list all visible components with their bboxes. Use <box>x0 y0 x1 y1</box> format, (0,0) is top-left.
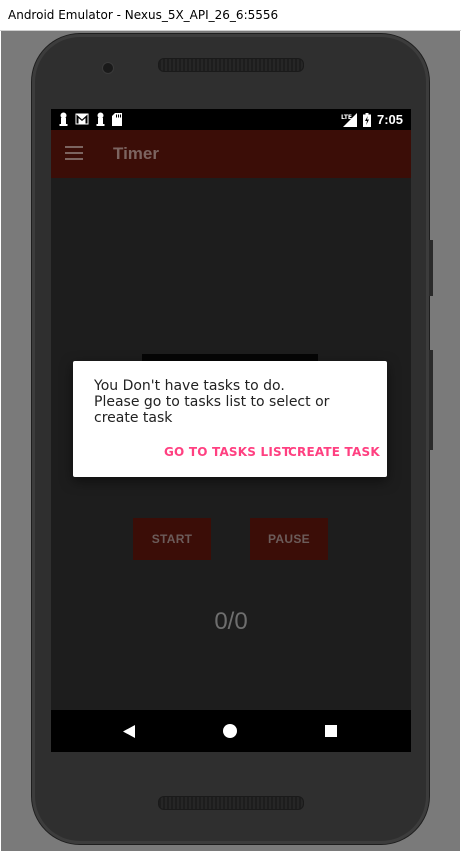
network-label: LTE <box>341 114 352 121</box>
menu-icon[interactable] <box>65 146 83 160</box>
volume-button[interactable] <box>429 240 433 296</box>
battery-charging-icon <box>362 112 371 127</box>
pawn-icon <box>96 112 105 126</box>
gmail-icon <box>75 113 89 125</box>
window-titlebar: Android Emulator - Nexus_5X_API_26_6:555… <box>0 0 461 31</box>
pawn-icon <box>59 112 68 126</box>
start-button[interactable]: START <box>133 518 211 560</box>
window-close-button[interactable] <box>433 0 461 28</box>
bottom-speaker <box>158 796 304 810</box>
task-counter: 0/0 <box>214 608 248 635</box>
recent-apps-icon[interactable] <box>325 725 337 737</box>
clock: 7:05 <box>376 112 403 127</box>
status-bar: LTE 7:05 <box>51 109 411 130</box>
go-to-tasks-list-button[interactable]: GO TO TASKS LIST <box>164 445 290 459</box>
camera-icon <box>102 62 114 74</box>
page-title: Timer <box>113 144 159 163</box>
status-icons-right: LTE 7:05 <box>341 112 403 127</box>
sd-card-icon <box>112 112 122 126</box>
home-icon[interactable] <box>223 724 237 738</box>
window-border-left <box>0 31 1 852</box>
create-task-button[interactable]: CREATE TASK <box>288 445 380 459</box>
app-bar: Timer <box>51 130 411 178</box>
top-speaker <box>158 58 304 72</box>
pause-button[interactable]: PAUSE <box>250 518 328 560</box>
power-button[interactable] <box>429 350 433 450</box>
dialog-message: You Don't have tasks to do. Please go to… <box>94 378 330 426</box>
lte-signal-icon: LTE <box>341 112 357 127</box>
status-icons-left <box>59 112 122 126</box>
no-tasks-dialog: You Don't have tasks to do. Please go to… <box>73 361 387 477</box>
back-icon[interactable] <box>123 725 135 738</box>
window-title: Android Emulator - Nexus_5X_API_26_6:555… <box>8 8 279 22</box>
navigation-bar <box>51 710 411 752</box>
